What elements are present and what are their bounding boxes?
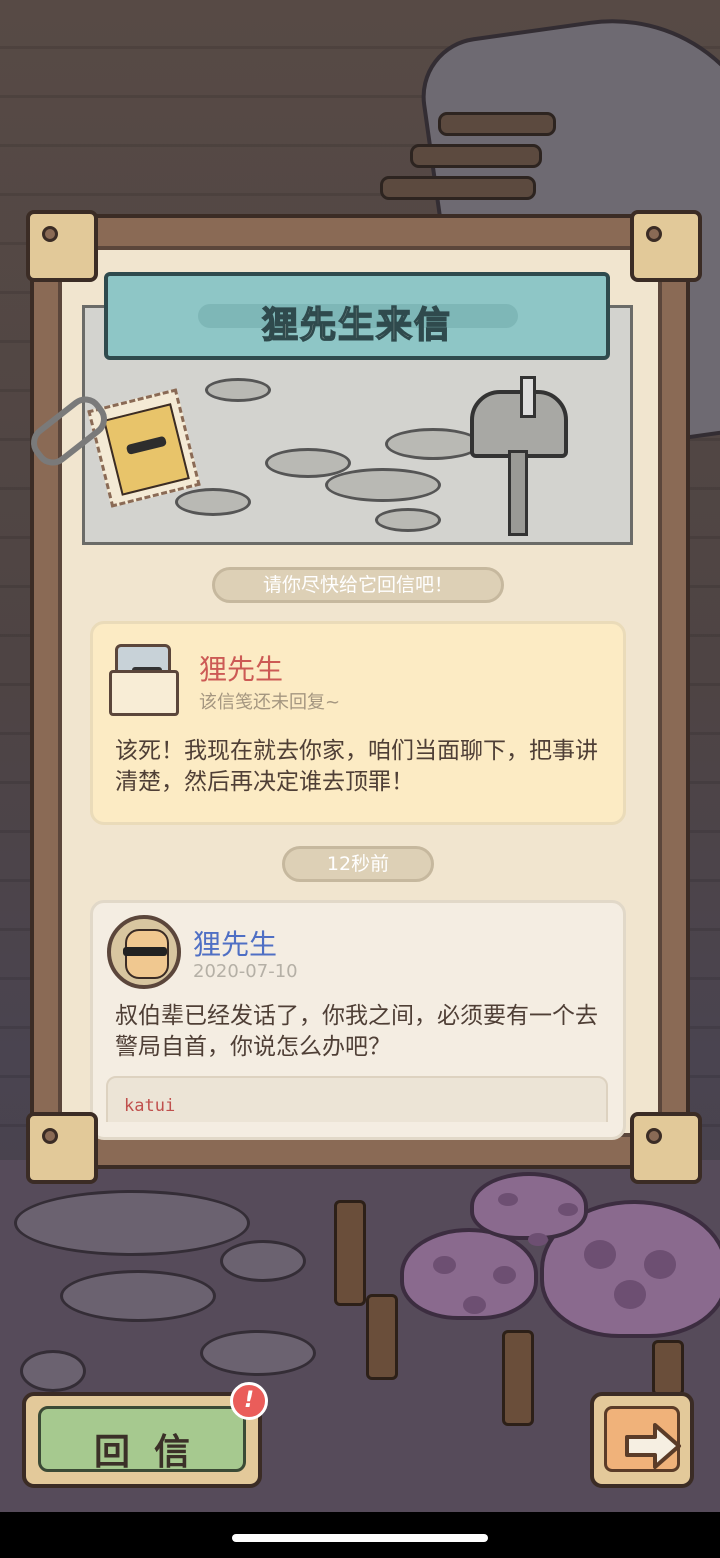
pending-reply-card[interactable]: 狸先生 该信笺还未回复~ 该死！我现在就去你家，咱们当面聊下，把事讲清楚，然后再… xyxy=(90,621,626,825)
sender-name: 狸先生 xyxy=(199,653,284,686)
letter-title: 狸先生来信 xyxy=(261,304,452,347)
timestamp-pill: 12秒前 xyxy=(282,846,434,882)
frame-corner xyxy=(26,210,98,282)
reply-button-label: 回信 xyxy=(93,1432,214,1473)
message-text: 该死！我现在就去你家，咱们当面聊下，把事讲清楚，然后再决定谁去顶罪！ xyxy=(115,738,598,795)
message-text: 叔伯辈已经发话了，你我之间，必须要有一个去警局自首，你说怎么办吧？ xyxy=(115,1003,598,1060)
frame-corner xyxy=(630,210,702,282)
arrow-right-icon xyxy=(625,1423,681,1469)
reply-hint: 请你尽快给它回信吧！ xyxy=(212,567,504,603)
avatar xyxy=(107,915,181,989)
home-indicator[interactable] xyxy=(232,1534,488,1542)
letter-title-banner: 狸先生来信 xyxy=(104,272,610,360)
next-button[interactable] xyxy=(590,1392,694,1488)
sender-name: 狸先生 xyxy=(193,928,278,961)
message-date: 2020-07-10 xyxy=(193,961,298,982)
mailbox-icon xyxy=(470,390,568,458)
notification-badge: ! xyxy=(230,1382,268,1420)
frame-corner xyxy=(26,1112,98,1184)
reply-button[interactable]: 回信 xyxy=(22,1392,262,1488)
envelope-icon xyxy=(109,644,181,716)
reply-status: 该信笺还未回复~ xyxy=(199,692,341,713)
received-message-card: 狸先生 2020-07-10 叔伯辈已经发话了，你我之间，必须要有一个去警局自首… xyxy=(90,900,626,1140)
frame-corner xyxy=(630,1112,702,1184)
